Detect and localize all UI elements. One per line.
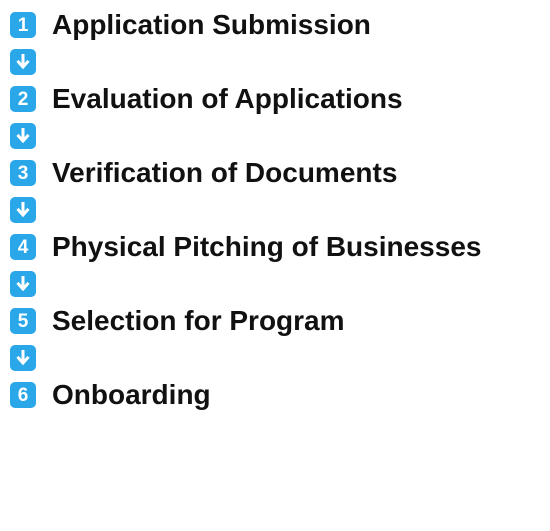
arrow-down-icon <box>10 49 36 75</box>
step-6: 6 Onboarding <box>10 376 548 414</box>
arrow-down-icon <box>10 271 36 297</box>
step-5: 5 Selection for Program <box>10 302 548 340</box>
step-4: 4 Physical Pitching of Businesses <box>10 228 548 266</box>
step-number-badge: 3 <box>10 160 36 186</box>
step-label: Verification of Documents <box>52 157 398 188</box>
step-number-badge: 1 <box>10 12 36 38</box>
step-label: Onboarding <box>52 379 211 410</box>
arrow-down-icon <box>10 123 36 149</box>
step-label: Application Submission <box>52 9 371 40</box>
step-number-badge: 2 <box>10 86 36 112</box>
connector-3 <box>10 192 548 228</box>
arrow-down-icon <box>10 197 36 223</box>
step-number-badge: 4 <box>10 234 36 260</box>
connector-5 <box>10 340 548 376</box>
step-label: Selection for Program <box>52 305 345 336</box>
connector-1 <box>10 44 548 80</box>
arrow-down-icon <box>10 345 36 371</box>
step-number-badge: 6 <box>10 382 36 408</box>
step-label: Physical Pitching of Businesses <box>52 231 482 262</box>
step-3: 3 Verification of Documents <box>10 154 548 192</box>
step-1: 1 Application Submission <box>10 6 548 44</box>
connector-2 <box>10 118 548 154</box>
step-number-badge: 5 <box>10 308 36 334</box>
connector-4 <box>10 266 548 302</box>
process-flow: 1 Application Submission 2 Evaluation of… <box>10 6 548 414</box>
step-2: 2 Evaluation of Applications <box>10 80 548 118</box>
step-label: Evaluation of Applications <box>52 83 403 114</box>
